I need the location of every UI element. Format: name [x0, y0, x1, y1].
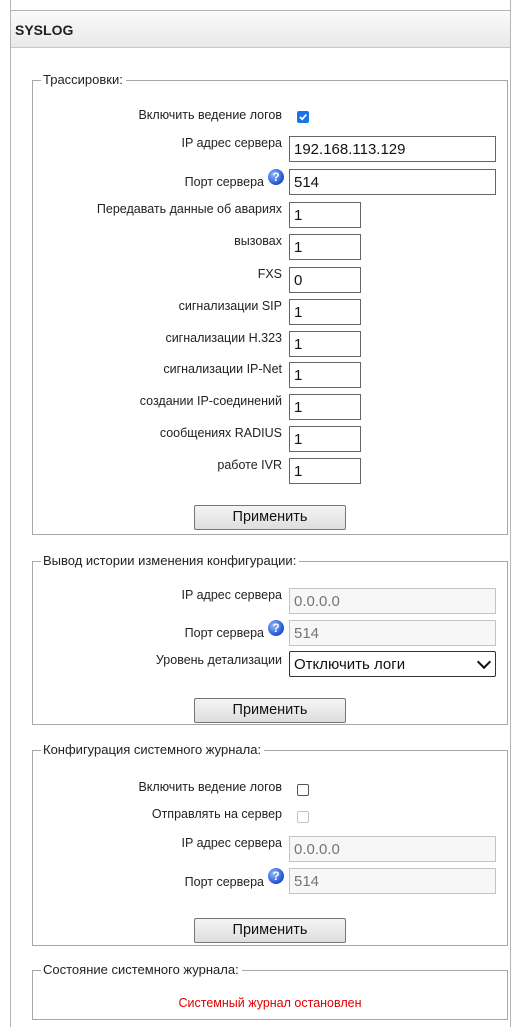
question-icon[interactable]: ? — [268, 620, 284, 636]
system-log-server-port-input[interactable]: 514 — [289, 868, 496, 894]
system-log-section: Конфигурация системного журнала: Включит… — [32, 743, 508, 946]
tracing-legend: Трассировки: — [43, 72, 123, 87]
sip-input[interactable]: 1 — [289, 299, 361, 325]
tracing-section: Трассировки: Включить ведение логов IP а… — [32, 73, 508, 535]
log-state-legend: Состояние системного журнала: — [43, 962, 239, 977]
fxs-label: FXS — [257, 267, 282, 281]
tracing-server-ip-label: IP адрес сервера — [181, 136, 282, 150]
config-server-ip-input[interactable]: 0.0.0.0 — [289, 588, 496, 614]
panel-header: SYSLOG — [11, 10, 510, 48]
config-apply-button[interactable]: Применить — [194, 698, 346, 723]
question-icon[interactable]: ? — [268, 169, 284, 185]
system-log-server-ip-input[interactable]: 0.0.0.0 — [289, 836, 496, 862]
sip-label: сигнализации SIP — [178, 299, 282, 313]
h323-label: сигнализации H.323 — [165, 331, 282, 345]
system-log-enable-checkbox[interactable] — [297, 784, 309, 796]
detail-level-label: Уровень детализации — [155, 653, 282, 667]
alarms-label: Передавать данные об авариях — [96, 202, 282, 216]
h323-input[interactable]: 1 — [289, 331, 361, 357]
ivr-label: работе IVR — [217, 458, 282, 472]
syslog-panel: SYSLOG Трассировки: Включить ведение лог… — [10, 0, 511, 1027]
tracing-server-port-input[interactable]: 514 — [289, 169, 496, 195]
send-to-server-checkbox[interactable] — [297, 811, 309, 823]
ipnet-input[interactable]: 1 — [289, 362, 361, 388]
tracing-enable-label: Включить ведение логов — [138, 108, 282, 122]
question-icon[interactable]: ? — [268, 868, 284, 884]
ipconn-input[interactable]: 1 — [289, 394, 361, 420]
chevron-down-icon — [476, 654, 492, 670]
system-log-legend: Конфигурация системного журнала: — [43, 742, 262, 757]
system-log-server-ip-label: IP адрес сервера — [181, 836, 282, 850]
check-icon — [299, 114, 307, 121]
tracing-apply-button[interactable]: Применить — [194, 505, 346, 530]
config-server-port-input[interactable]: 514 — [289, 620, 496, 646]
system-log-enable-label: Включить ведение логов — [138, 780, 282, 794]
ipnet-label: сигнализации IP-Net — [163, 362, 282, 376]
radius-label: сообщениях RADIUS — [159, 426, 282, 440]
detail-level-select[interactable]: Отключить логи — [289, 651, 496, 677]
system-log-apply-button[interactable]: Применить — [194, 918, 346, 943]
calls-label: вызовах — [234, 234, 282, 248]
ipconn-label: создании IP-соединений — [139, 394, 282, 408]
config-history-legend: Вывод истории изменения конфигурации: — [43, 553, 297, 568]
tracing-enable-checkbox[interactable] — [297, 111, 309, 123]
alarms-input[interactable]: 1 — [289, 202, 361, 228]
system-log-server-port-label: Порт сервера — [184, 875, 264, 889]
detail-level-value: Отключить логи — [294, 656, 406, 673]
radius-input[interactable]: 1 — [289, 426, 361, 452]
ivr-input[interactable]: 1 — [289, 458, 361, 484]
log-state-section: Состояние системного журнала: Системный … — [32, 963, 508, 1020]
log-status-text: Системный журнал остановлен — [178, 996, 362, 1010]
config-server-port-label: Порт сервера — [184, 626, 264, 640]
tracing-server-ip-input[interactable]: 192.168.113.129 — [289, 136, 496, 162]
tracing-server-port-label: Порт сервера — [184, 175, 264, 189]
fxs-input[interactable]: 0 — [289, 267, 361, 293]
send-to-server-label: Отправлять на сервер — [151, 807, 282, 821]
calls-input[interactable]: 1 — [289, 234, 361, 260]
page-title: SYSLOG — [15, 22, 74, 38]
config-server-ip-label: IP адрес сервера — [181, 588, 282, 602]
config-history-section: Вывод истории изменения конфигурации: IP… — [32, 554, 508, 725]
